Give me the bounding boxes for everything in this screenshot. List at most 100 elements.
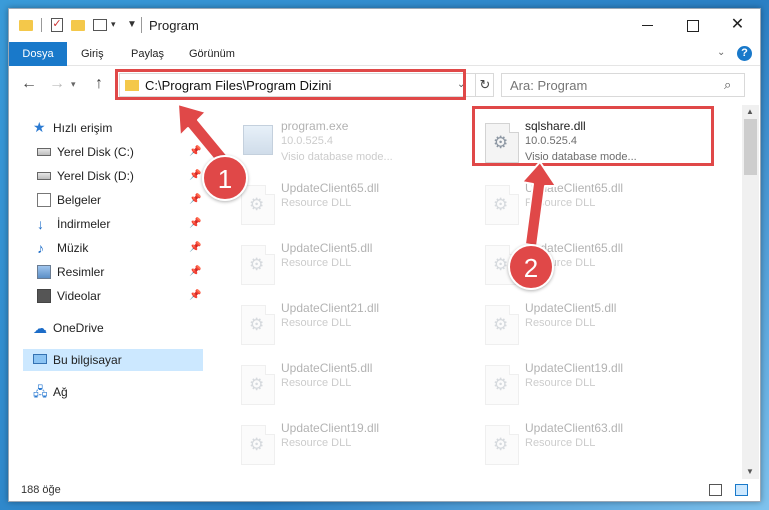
pin-icon: 📌 [189, 242, 202, 253]
divider [141, 17, 142, 33]
title-bar: ✓ ▾ ▼ Program ✕ [9, 9, 760, 41]
properties-icon[interactable] [93, 19, 107, 31]
nav-label: OneDrive [53, 321, 104, 335]
scroll-down-icon[interactable]: ▼ [746, 467, 754, 476]
pictures-icon [37, 265, 51, 279]
search-input[interactable] [510, 77, 710, 93]
tab-view[interactable]: Görünüm [177, 42, 247, 66]
step-2-badge: 2 [508, 244, 554, 290]
navigation-pane: ★ Hızlı erişim Yerel Disk (C:) 📌 Yerel D… [9, 105, 207, 475]
nav-item-this-pc[interactable]: Bu bilgisayar [23, 349, 203, 371]
forward-arrow-icon[interactable]: → [49, 75, 65, 93]
file-item[interactable]: ⚙ UpdateClient5.dll Resource DLL [477, 295, 722, 351]
gear-icon: ⚙ [493, 435, 509, 454]
file-highlight-box [472, 106, 714, 166]
back-arrow-icon[interactable]: ← [21, 75, 37, 93]
chevron-down-icon[interactable]: ▾ [111, 19, 116, 35]
minimize-button[interactable] [625, 9, 670, 41]
customize-toolbar-icon[interactable]: ▼ [127, 19, 137, 35]
gear-icon: ⚙ [493, 375, 509, 394]
file-item[interactable]: ⚙ UpdateClient65.dll Resource DLL [233, 175, 478, 231]
gear-icon: ⚙ [249, 195, 265, 214]
step-1-badge: 1 [202, 155, 248, 201]
computer-icon [33, 354, 47, 364]
folder-icon [19, 20, 33, 31]
tab-file[interactable]: Dosya [9, 42, 67, 66]
expand-ribbon-icon[interactable]: ⌄ [717, 47, 725, 58]
file-item[interactable]: ⚙ UpdateClient19.dll Resource DLL [233, 415, 478, 471]
scroll-thumb[interactable] [744, 119, 757, 175]
file-item[interactable]: ⚙ UpdateClient19.dll Resource DLL [477, 355, 722, 411]
downloads-icon: ↓ [37, 216, 44, 232]
file-version: 10.0.525.4 [281, 135, 333, 147]
file-type: Resource DLL [281, 317, 352, 329]
gear-icon: ⚙ [249, 375, 265, 394]
file-type: Resource DLL [281, 257, 352, 269]
refresh-icon[interactable]: ↻ [475, 74, 494, 96]
pin-icon: 📌 [189, 194, 202, 205]
file-item[interactable]: ⚙ UpdateClient63.dll Resource DLL [477, 415, 722, 471]
nav-item-network[interactable]: 🖧 Ağ [9, 381, 203, 403]
nav-item-documents[interactable]: Belgeler 📌 [9, 189, 203, 211]
pin-icon: 📌 [189, 290, 202, 301]
nav-item-local-disk-d[interactable]: Yerel Disk (D:) 📌 [9, 165, 203, 187]
cloud-icon: ☁ [33, 320, 47, 336]
file-item[interactable]: ⚙ UpdateClient21.dll Resource DLL [233, 295, 478, 351]
help-icon[interactable]: ? [737, 46, 752, 61]
nav-label: Resimler [57, 265, 105, 279]
details-view-icon[interactable] [709, 484, 722, 496]
file-item[interactable]: ⚙ UpdateClient5.dll Resource DLL [233, 235, 478, 291]
file-name: UpdateClient65.dll [281, 181, 380, 195]
properties-check-icon[interactable]: ✓ [51, 18, 63, 32]
drive-icon [37, 148, 51, 156]
close-button[interactable]: ✕ [715, 9, 760, 41]
nav-label: Hızlı erişim [53, 121, 113, 135]
gear-icon: ⚙ [249, 315, 265, 334]
gear-icon: ⚙ [493, 315, 509, 334]
maximize-button[interactable] [670, 9, 715, 41]
file-name: UpdateClient19.dll [281, 421, 380, 435]
nav-label: Yerel Disk (D:) [57, 169, 134, 183]
file-item-program-exe[interactable]: program.exe 10.0.525.4 Visio database mo… [233, 113, 478, 169]
file-name: UpdateClient5.dll [525, 301, 617, 315]
application-icon [243, 125, 273, 155]
file-name: UpdateClient5.dll [281, 361, 373, 375]
nav-item-pictures[interactable]: Resimler 📌 [9, 261, 203, 283]
nav-item-videos[interactable]: Videolar 📌 [9, 285, 203, 307]
gear-icon: ⚙ [493, 195, 509, 214]
file-item[interactable]: ⚙ UpdateClient65.dll Resource DLL [477, 175, 722, 231]
vertical-scrollbar[interactable]: ▲ ▼ [742, 105, 759, 479]
file-item[interactable]: ⚙ UpdateClient5.dll Resource DLL [233, 355, 478, 411]
file-type: Resource DLL [525, 197, 596, 209]
status-bar: 188 öğe [9, 479, 760, 502]
up-arrow-icon[interactable]: ↑ [95, 75, 103, 93]
file-name: UpdateClient21.dll [281, 301, 380, 315]
nav-item-onedrive[interactable]: ☁ OneDrive [9, 317, 203, 339]
search-box[interactable]: ⌕ [501, 73, 745, 97]
nav-item-music[interactable]: ♪ Müzik 📌 [9, 237, 203, 259]
file-name: UpdateClient63.dll [525, 421, 624, 435]
new-folder-icon[interactable] [71, 20, 85, 31]
tab-share[interactable]: Paylaş [119, 42, 176, 66]
gear-icon: ⚙ [493, 255, 509, 274]
videos-icon [37, 289, 51, 303]
scroll-up-icon[interactable]: ▲ [746, 107, 754, 116]
file-type: Resource DLL [281, 377, 352, 389]
search-icon[interactable]: ⌕ [724, 77, 731, 93]
file-type: Resource DLL [525, 437, 596, 449]
recent-locations-icon[interactable]: ▾ [71, 79, 76, 90]
file-description: Visio database mode... [281, 151, 393, 163]
nav-quick-access[interactable]: ★ Hızlı erişim [9, 117, 203, 139]
nav-label: Yerel Disk (C:) [57, 145, 134, 159]
nav-item-downloads[interactable]: ↓ İndirmeler 📌 [9, 213, 203, 235]
large-icons-view-icon[interactable] [735, 484, 748, 496]
pin-icon: 📌 [189, 266, 202, 277]
nav-label: Müzik [57, 241, 89, 255]
documents-icon [37, 193, 51, 207]
item-count: 188 öğe [21, 484, 61, 496]
window-title: Program [149, 18, 199, 33]
nav-item-local-disk-c[interactable]: Yerel Disk (C:) 📌 [9, 141, 203, 163]
tab-home[interactable]: Giriş [69, 42, 116, 66]
file-type: Resource DLL [281, 197, 352, 209]
pin-icon: 📌 [189, 170, 202, 181]
